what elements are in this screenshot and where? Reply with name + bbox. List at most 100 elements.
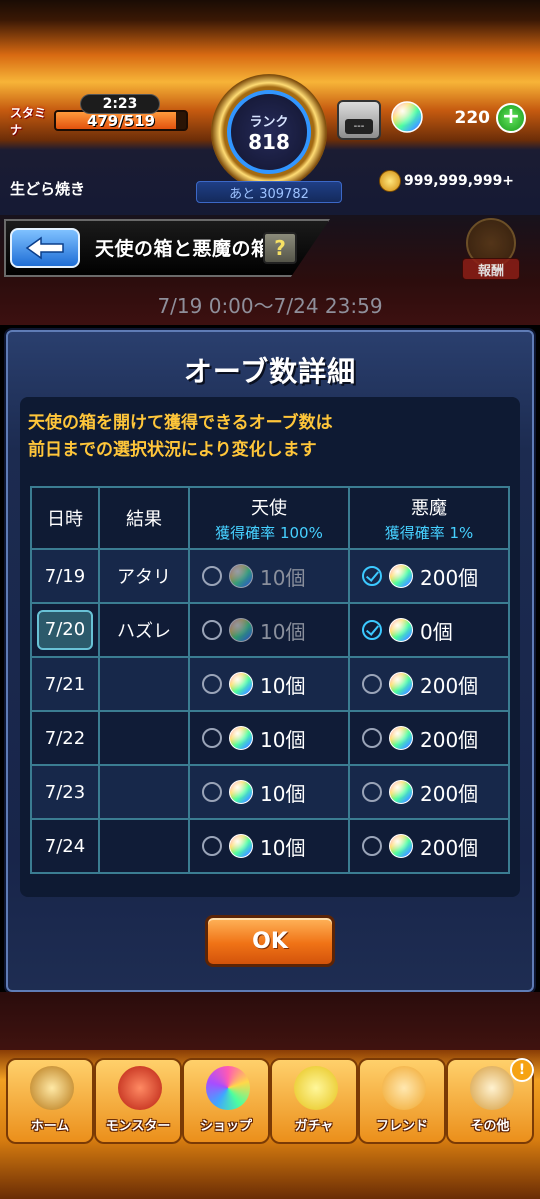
stamina-value: 479/519	[86, 111, 156, 130]
orb-icon	[229, 672, 253, 696]
header-date: 日時	[30, 486, 100, 550]
badge-slot-icon[interactable]: ---	[337, 100, 381, 140]
nav-label: ショップ	[199, 1119, 252, 1134]
cell-devil[interactable]: 200個	[348, 656, 510, 712]
devil-orb-count: 200個	[420, 727, 479, 752]
radio-icon[interactable]	[362, 836, 382, 856]
radio-icon[interactable]	[202, 836, 222, 856]
radio-icon[interactable]	[362, 674, 382, 694]
table-row: 7/23 10個 200個	[30, 764, 510, 820]
devil-choice[interactable]: 200個	[350, 778, 508, 807]
nav-label: モンスター	[105, 1119, 171, 1134]
angel-orb-count: 10個	[260, 565, 306, 590]
devil-choice[interactable]: 200個	[350, 724, 508, 753]
orb-icon	[229, 834, 253, 858]
nav-item[interactable]: モンスター	[94, 1058, 182, 1144]
badge-text: ---	[345, 119, 373, 134]
reward-button[interactable]: 報酬	[462, 218, 522, 284]
table-row: 7/20 ハズレ 10個 0個	[30, 602, 510, 658]
row-date: 7/23	[44, 781, 86, 803]
orb-icon	[389, 618, 413, 642]
next-rank-exp: あと 309782	[196, 181, 342, 203]
angel-orb-count: 10個	[260, 673, 306, 698]
dialog-title: オーブ数詳細	[183, 355, 357, 388]
reward-label: 報酬	[462, 258, 520, 280]
orb-icon	[389, 564, 413, 588]
orb-icon	[389, 780, 413, 804]
orb-icon	[389, 672, 413, 696]
header-angel-rate: 獲得確率 100%	[215, 523, 323, 542]
back-button[interactable]	[10, 228, 80, 268]
cell-devil[interactable]: 200個	[348, 764, 510, 820]
checked-radio-icon	[362, 566, 382, 586]
today-date-highlight: 7/20	[37, 610, 93, 650]
orb-icon	[229, 564, 253, 588]
nav-item[interactable]: ホーム	[6, 1058, 94, 1144]
cell-result	[98, 656, 190, 712]
stamina-icon: スタミナ	[10, 106, 47, 137]
friends-icon	[382, 1066, 426, 1110]
description-line-2: 前日までの選択状況により変化します	[28, 440, 317, 460]
table-header-row: 日時 結果 天使 獲得確率 100% 悪魔 獲得確率 1%	[30, 486, 510, 550]
row-date: 7/19	[44, 565, 86, 587]
angel-choice[interactable]: 10個	[190, 832, 348, 861]
cell-angel[interactable]: 10個	[188, 818, 350, 874]
description-line-1: 天使の箱を開けて獲得できるオーブ数は	[28, 413, 333, 433]
nav-label: ホーム	[30, 1119, 70, 1134]
cell-result	[98, 818, 190, 874]
cell-angel[interactable]: 10個	[188, 764, 350, 820]
devil-choice[interactable]: 200個	[350, 832, 508, 861]
cell-angel[interactable]: 10個	[188, 710, 350, 766]
orb-icon	[389, 834, 413, 858]
buy-orbs-button[interactable]: +	[496, 103, 526, 133]
nav-item[interactable]: ガチャ	[270, 1058, 358, 1144]
orb-icon	[229, 780, 253, 804]
devil-orb-count: 200個	[420, 673, 479, 698]
angel-choice[interactable]: 10個	[190, 724, 348, 753]
orb-icon	[229, 726, 253, 750]
help-button[interactable]: ?	[263, 232, 297, 264]
angel-choice[interactable]: 10個	[190, 670, 348, 699]
radio-icon[interactable]	[202, 674, 222, 694]
cell-angel[interactable]: 10個	[188, 656, 350, 712]
radio-icon[interactable]	[362, 782, 382, 802]
devil-orb-count: 200個	[420, 781, 479, 806]
angel-choice[interactable]: 10個	[190, 778, 348, 807]
stamina-timer: 2:23	[80, 94, 160, 114]
devil-choice[interactable]: 200個	[350, 670, 508, 699]
rank-value: 818	[248, 129, 290, 154]
coin-count: 999,999,999+	[404, 173, 515, 189]
cell-date: 7/22	[30, 710, 100, 766]
radio-icon[interactable]	[362, 728, 382, 748]
other-icon	[470, 1066, 514, 1110]
coin-icon	[379, 170, 401, 192]
orb-icon	[206, 1066, 250, 1110]
orb-icon	[391, 101, 423, 133]
cell-date: 7/20	[30, 602, 100, 658]
back-arrow-icon	[25, 236, 64, 260]
nav-label: フレンド	[375, 1119, 428, 1134]
devil-orb-count: 200個	[420, 835, 479, 860]
header-angel: 天使 獲得確率 100%	[188, 486, 350, 550]
radio-icon	[202, 566, 222, 586]
cell-result: アタリ	[98, 548, 190, 604]
header-result: 結果	[98, 486, 190, 550]
cell-date: 7/23	[30, 764, 100, 820]
nav-item[interactable]: フレンド	[358, 1058, 446, 1144]
cell-devil[interactable]: 200個	[348, 710, 510, 766]
table-row: 7/19 アタリ 10個 200個	[30, 548, 510, 604]
radio-icon[interactable]	[202, 782, 222, 802]
rank-badge[interactable]: ランク 818	[211, 74, 327, 190]
ok-button[interactable]: OK	[205, 915, 335, 967]
page-title: 天使の箱と悪魔の箱	[95, 238, 271, 260]
angel-orb-count: 10個	[260, 727, 306, 752]
monster-icon	[118, 1066, 162, 1110]
nav-item[interactable]: ショップ	[182, 1058, 270, 1144]
cell-devil: 0個	[348, 602, 510, 658]
header-devil: 悪魔 獲得確率 1%	[348, 486, 510, 550]
row-date: 7/22	[44, 727, 86, 749]
cell-devil[interactable]: 200個	[348, 818, 510, 874]
radio-icon[interactable]	[202, 728, 222, 748]
orb-table: 日時 結果 天使 獲得確率 100% 悪魔 獲得確率 1% 7/19 アタリ 1…	[30, 486, 510, 874]
angel-choice: 10個	[190, 562, 348, 591]
